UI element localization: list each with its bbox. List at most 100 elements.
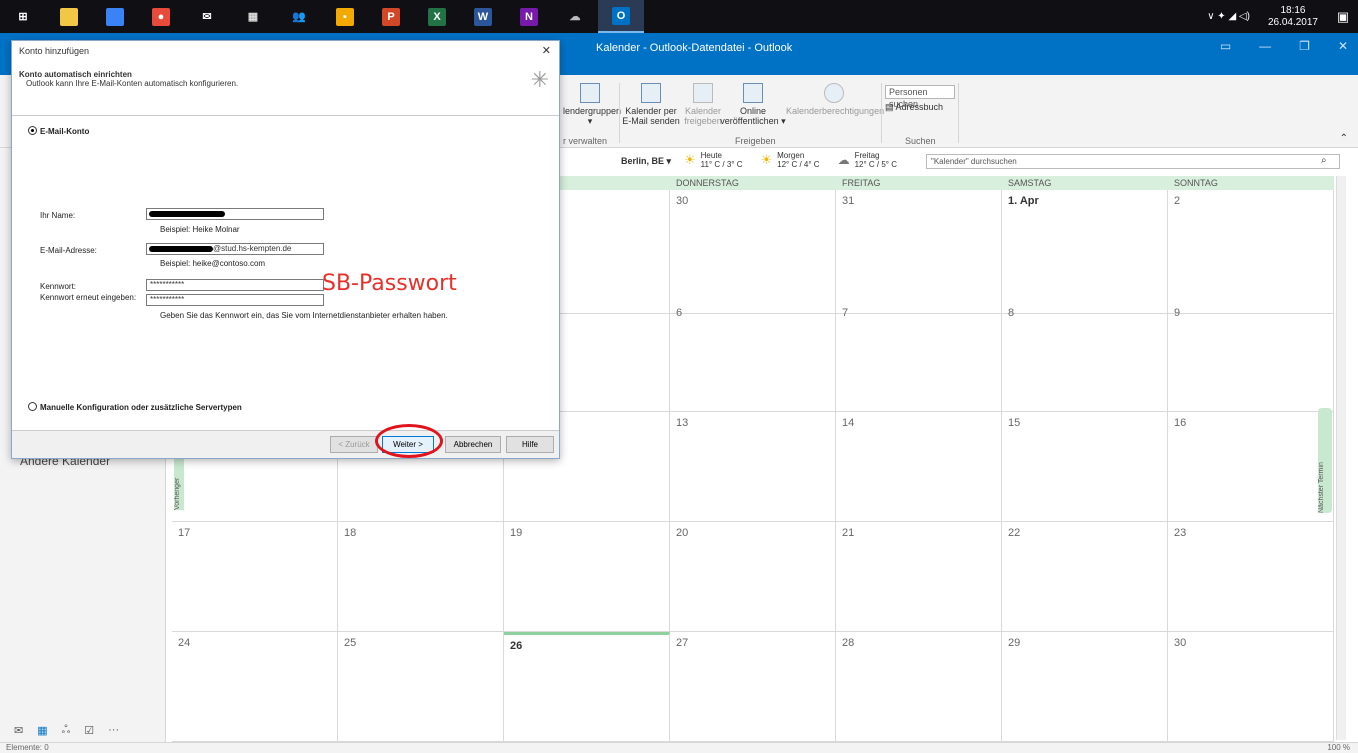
search-people-input[interactable]: Personen suchen — [885, 85, 955, 109]
password-field[interactable]: *********** — [146, 279, 324, 291]
taskbar-icons: ⊞ ● ✉ ▦ 👥 ▪ P X W N ☁ O — [0, 0, 644, 33]
calendar-day-cell[interactable]: 21 — [836, 522, 1002, 632]
item-count: Elemente: 0 — [6, 743, 49, 752]
back-button[interactable]: < Zurück — [330, 436, 378, 453]
calendar-groups-button[interactable]: lendergruppen ▾ — [563, 83, 621, 126]
day-header: FREITAG — [836, 176, 1002, 190]
calendar-day-cell[interactable]: 29 — [1002, 632, 1168, 742]
calendar-day-cell[interactable]: 25 — [338, 632, 504, 742]
taskbar-powerpoint-icon[interactable]: P — [368, 0, 414, 33]
calendar-glyph: ▦ — [247, 11, 259, 23]
calendar-search-input[interactable]: "Kalender" durchsuchen — [926, 154, 1340, 169]
password-label: Kennwort: — [40, 282, 77, 291]
mail-icon[interactable]: ✉ — [14, 724, 23, 738]
share-calendar-icon — [693, 83, 713, 103]
taskbar-start-icon[interactable]: ⊞ — [0, 0, 46, 33]
taskbar: ⊞ ● ✉ ▦ 👥 ▪ P X W N ☁ O ∨ ✦ ◢ ◁) 18:16 26.04.2017 ▣ — [0, 0, 1358, 33]
addressbook-button[interactable]: ▤ Adressbuch — [885, 102, 943, 112]
taskbar-explorer-icon[interactable] — [46, 0, 92, 33]
close-window-icon[interactable]: ✕ — [1338, 39, 1348, 53]
day-header: DONNERSTAG — [670, 176, 836, 190]
addressbook-icon: ▤ — [885, 102, 896, 112]
taskbar-other-icon[interactable]: ☁ — [552, 0, 598, 33]
zoom-level[interactable]: 100 % — [1327, 743, 1350, 753]
mail-glyph: ✉ — [202, 11, 212, 23]
calendar-day-cell[interactable]: 14 — [836, 412, 1002, 522]
tasks-icon[interactable]: ☑ — [84, 724, 94, 738]
calendar-day-cell[interactable]: 15 — [1002, 412, 1168, 522]
explorer-glyph — [60, 7, 78, 26]
email-field[interactable]: @stud.hs-kempten.de — [146, 243, 324, 255]
calendar-day-cell[interactable]: 20 — [670, 522, 836, 632]
minimize-icon[interactable]: — — [1259, 39, 1271, 53]
group-label-find: Suchen — [905, 136, 936, 146]
taskbar-outlook-icon[interactable]: O — [598, 0, 644, 33]
calendar-day-cell[interactable]: 1. Apr — [1002, 190, 1168, 314]
weather-day: ☀ Heute 11° C / 3° C — [684, 151, 742, 169]
maximize-icon[interactable]: ❐ — [1299, 39, 1310, 53]
password-confirm-label: Kennwort erneut eingeben: — [40, 293, 137, 302]
calendar-day-cell[interactable]: 30 — [670, 190, 836, 314]
calendar-day-cell[interactable]: 6 — [670, 302, 836, 412]
taskbar-chrome-icon[interactable]: ● — [138, 0, 184, 33]
calendar-day-cell[interactable]: 8 — [1002, 302, 1168, 412]
outlook-glyph: O — [612, 6, 630, 25]
sun-icon: ☀ — [760, 152, 773, 167]
calendar-day-cell[interactable]: 17 — [172, 522, 338, 632]
more-icon[interactable]: ··· — [108, 724, 119, 738]
ribbon-display-icon[interactable]: ▭ — [1220, 39, 1231, 53]
help-button[interactable]: Hilfe — [506, 436, 554, 453]
search-icon[interactable]: ⌕ — [1321, 155, 1327, 166]
calendar-day-cell[interactable]: 22 — [1002, 522, 1168, 632]
clock[interactable]: 18:16 26.04.2017 — [1268, 5, 1318, 29]
next-appointment-tab[interactable]: Nächster Termin — [1318, 408, 1332, 513]
password-confirm-field[interactable]: *********** — [146, 294, 324, 306]
clock-date: 26.04.2017 — [1267, 16, 1318, 28]
taskbar-people-icon[interactable]: 👥 — [276, 0, 322, 33]
people-icon[interactable]: ஃ — [62, 724, 71, 738]
weather-day-label: Freitag — [854, 151, 880, 160]
cancel-button[interactable]: Abbrechen — [445, 436, 501, 453]
email-calendar-button[interactable]: Kalender per E-Mail senden — [621, 83, 681, 126]
weather-day-label: Morgen — [777, 151, 805, 160]
notifications-icon[interactable]: ▣ — [1328, 9, 1358, 25]
calendar-day-cell[interactable]: 23 — [1168, 522, 1334, 632]
calendar-day-cell[interactable]: 2 — [1168, 190, 1334, 314]
onenote-glyph: N — [520, 7, 538, 26]
calendar-day-cell[interactable]: 19 — [504, 522, 670, 632]
sun-icon: ☀ — [684, 152, 696, 167]
calendar-day-cell[interactable]: 7 — [836, 302, 1002, 412]
taskbar-mail-icon[interactable]: ✉ — [184, 0, 230, 33]
email-account-option[interactable]: E-Mail-Konto — [28, 126, 89, 136]
calendar-day-cell[interactable]: 26 — [504, 632, 670, 742]
app2-glyph: ▪ — [336, 7, 354, 26]
calendar-day-cell[interactable]: 30 — [1168, 632, 1334, 742]
taskbar-app2-icon[interactable]: ▪ — [322, 0, 368, 33]
collapse-ribbon-icon[interactable]: ⌃ — [1340, 133, 1348, 144]
calendar-day-cell[interactable]: 31 — [836, 190, 1002, 314]
calendar-day-cell[interactable]: 18 — [338, 522, 504, 632]
calendar-day-cell[interactable]: 9 — [1168, 302, 1334, 412]
taskbar-word-icon[interactable]: W — [460, 0, 506, 33]
taskbar-calendar-icon[interactable]: ▦ — [230, 0, 276, 33]
publish-online-button[interactable]: Online veröffentlichen ▾ — [720, 83, 786, 126]
taskbar-app-icon[interactable] — [92, 0, 138, 33]
calendar-day-cell[interactable]: 28 — [836, 632, 1002, 742]
close-dialog-icon[interactable]: ✕ — [542, 44, 551, 57]
manual-config-option[interactable]: Manuelle Konfiguration oder zusätzliche … — [28, 402, 242, 412]
name-field[interactable] — [146, 208, 324, 220]
calendar-permissions-button[interactable]: Kalenderberechtigungen — [786, 83, 884, 116]
calendar-day-cell[interactable]: 13 — [670, 412, 836, 522]
weather-location[interactable]: Berlin, BE ▾ — [621, 156, 671, 167]
calendar-groups-icon — [580, 83, 600, 103]
taskbar-excel-icon[interactable]: X — [414, 0, 460, 33]
calendar-day-cell[interactable]: 27 — [670, 632, 836, 742]
calendar-scrollbar[interactable] — [1336, 176, 1346, 740]
group-label-share: Freigeben — [735, 136, 776, 146]
share-calendar-button[interactable]: Kalender freigeben — [683, 83, 723, 126]
calendar-day-cell[interactable]: 16 — [1168, 412, 1334, 522]
calendar-day-cell[interactable]: 24 — [172, 632, 338, 742]
calendar-icon[interactable]: ▦ — [37, 724, 47, 738]
taskbar-onenote-icon[interactable]: N — [506, 0, 552, 33]
tray-icons[interactable]: ∨ ✦ ◢ ◁) — [1207, 11, 1250, 22]
